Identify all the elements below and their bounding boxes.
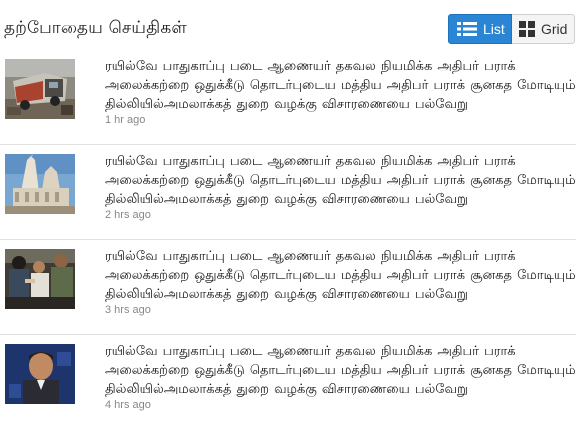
list-icon [457, 22, 477, 36]
headline-line: அலைக்கற்றை ஒதுக்கீடு தொடர்புடைய மத்திய அ… [105, 173, 576, 188]
view-toggle: List Grid [448, 14, 575, 44]
headline-line: தில்லியில்அமலாக்கத் துறை வழக்கு விசாரணைய… [105, 97, 468, 112]
headline-line: ரயில்வே பாதுகாப்பு படை ஆணையர் தகவல நியமி… [105, 59, 516, 74]
grid-view-button[interactable]: Grid [512, 14, 575, 44]
headline-line: ரயில்வே பாதுகாப்பு படை ஆணையர் தகவல நியமி… [105, 249, 516, 264]
timestamp: 3 hrs ago [105, 304, 151, 316]
news-item[interactable]: ரயில்வே பாதுகாப்பு படை ஆணையர் தகவல நியமி… [0, 145, 576, 240]
person-portrait-image [5, 344, 75, 404]
list-view-button[interactable]: List [448, 14, 512, 44]
headline-line: அலைக்கற்றை ஒதுக்கீடு தொடர்புடைய மத்திய அ… [105, 268, 576, 283]
timestamp: 1 hr ago [105, 114, 146, 126]
timestamp: 2 hrs ago [105, 209, 151, 221]
news-headline[interactable]: ரயில்வே பாதுகாப்பு படை ஆணையர் தகவல நியமி… [105, 247, 576, 304]
headline-line: அலைக்கற்றை ஒதுக்கீடு தொடர்புடைய மத்திய அ… [105, 363, 576, 378]
crowd-police-image [5, 249, 75, 309]
news-thumbnail[interactable] [5, 344, 75, 404]
temple-image [5, 154, 75, 214]
grid-view-label: Grid [541, 21, 568, 37]
page-title: தற்போதைய செய்திகள் [4, 18, 187, 38]
news-headline[interactable]: ரயில்வே பாதுகாப்பு படை ஆணையர் தகவல நியமி… [105, 57, 576, 114]
headline-line: ரயில்வே பாதுகாப்பு படை ஆணையர் தகவல நியமி… [105, 344, 516, 359]
headline-line: ரயில்வே பாதுகாப்பு படை ஆணையர் தகவல நியமி… [105, 154, 516, 169]
news-item[interactable]: ரயில்வே பாதுகாப்பு படை ஆணையர் தகவல நியமி… [0, 240, 576, 335]
news-item[interactable]: ரயில்வே பாதுகாப்பு படை ஆணையர் தகவல நியமி… [0, 50, 576, 145]
news-item[interactable]: ரயில்வே பாதுகாப்பு படை ஆணையர் தகவல நியமி… [0, 335, 576, 430]
header: தற்போதைய செய்திகள் List Grid [0, 0, 580, 50]
news-headline[interactable]: ரயில்வே பாதுகாப்பு படை ஆணையர் தகவல நியமி… [105, 342, 576, 399]
truck-accident-image [5, 59, 75, 119]
list-view-label: List [483, 21, 505, 37]
news-headline[interactable]: ரயில்வே பாதுகாப்பு படை ஆணையர் தகவல நியமி… [105, 152, 576, 209]
headline-line: தில்லியில்அமலாக்கத் துறை வழக்கு விசாரணைய… [105, 382, 468, 397]
timestamp: 4 hrs ago [105, 399, 151, 411]
news-thumbnail[interactable] [5, 249, 75, 309]
news-thumbnail[interactable] [5, 59, 75, 119]
headline-line: தில்லியில்அமலாக்கத் துறை வழக்கு விசாரணைய… [105, 192, 468, 207]
headline-line: தில்லியில்அமலாக்கத் துறை வழக்கு விசாரணைய… [105, 287, 468, 302]
headline-line: அலைக்கற்றை ஒதுக்கீடு தொடர்புடைய மத்திய அ… [105, 78, 576, 93]
news-thumbnail[interactable] [5, 154, 75, 214]
news-list: ரயில்வே பாதுகாப்பு படை ஆணையர் தகவல நியமி… [0, 50, 580, 430]
grid-icon [519, 21, 535, 37]
